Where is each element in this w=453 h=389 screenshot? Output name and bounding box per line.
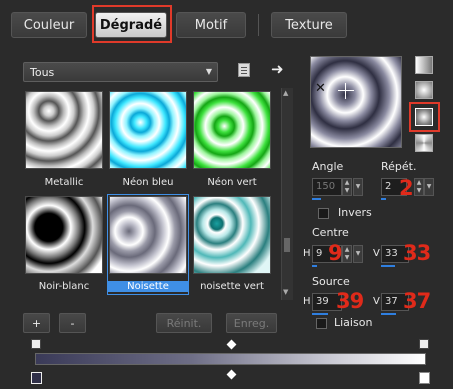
link-label: Liaison — [334, 316, 373, 329]
centre-h-slider-bar[interactable] — [312, 265, 317, 267]
source-v-label: V — [373, 296, 380, 307]
centre-label: Centre — [312, 226, 349, 239]
scroll-down-arrow-icon[interactable]: ▼ — [283, 288, 288, 296]
color-stop-left-icon[interactable] — [31, 372, 42, 384]
rectangular-style-icon[interactable] — [415, 81, 433, 99]
preset-thumb-noisette[interactable] — [109, 196, 187, 274]
repeat-annotation: 2 — [399, 176, 414, 200]
preset-label: Metallic — [44, 177, 84, 188]
category-dropdown-value: Tous — [30, 66, 55, 79]
source-v-annotation: 37 — [403, 289, 431, 313]
sunburst-style-icon[interactable] — [415, 134, 433, 152]
centre-v-annotation: 33 — [403, 241, 431, 265]
save-button[interactable]: Enreg. — [226, 313, 277, 333]
invert-label: Invers — [338, 206, 372, 219]
invert-checkbox[interactable] — [318, 208, 329, 219]
tab-separator — [258, 14, 259, 36]
angle-dropdown[interactable]: ▼ — [353, 178, 363, 196]
centre-crosshair-icon[interactable] — [338, 83, 354, 99]
linear-style-icon[interactable] — [415, 56, 433, 74]
preset-thumb-neon-vert[interactable] — [193, 91, 271, 169]
centre-h-dropdown[interactable]: ▼ — [353, 245, 363, 263]
chevron-down-icon: ▼ — [205, 67, 212, 76]
gradient-bar[interactable] — [35, 353, 426, 365]
tab-motif[interactable]: Motif — [176, 12, 246, 38]
angle-label: Angle — [312, 160, 344, 173]
angle-slider-bar[interactable] — [312, 198, 321, 200]
preset-label: Néon vert — [207, 177, 257, 188]
repeat-slider-bar[interactable] — [381, 198, 386, 200]
source-h-slider-bar[interactable] — [312, 313, 328, 315]
gradient-preview[interactable]: ✕ — [310, 56, 402, 148]
tab-texture[interactable]: Texture — [271, 12, 347, 38]
preset-label-selected: Noisette — [107, 281, 189, 292]
repeat-spinner[interactable]: ▲ ▼ — [414, 178, 424, 196]
preset-label: Néon bleu — [122, 177, 174, 188]
opacity-midpoint-icon[interactable] — [226, 339, 237, 350]
preset-scrollbar[interactable]: ▲ ▼ — [281, 88, 293, 300]
radial-style-icon[interactable] — [415, 108, 433, 126]
preset-thumb-metallic[interactable] — [25, 91, 103, 169]
arrow-right-icon[interactable]: ➜ — [271, 60, 284, 78]
color-midpoint-icon[interactable] — [226, 369, 237, 380]
category-dropdown[interactable]: Tous ▼ — [23, 62, 218, 82]
gradient-preset-grid: Metallic Néon bleu Néon vert Noir-blanc … — [22, 88, 280, 300]
centre-h-label: H — [303, 248, 311, 259]
source-h-annotation: 39 — [336, 289, 364, 313]
tab-couleur[interactable]: Couleur — [11, 12, 87, 38]
opacity-stop-left-icon[interactable] — [31, 339, 41, 349]
reset-button[interactable]: Réinit. — [156, 313, 212, 333]
source-v-slider-bar[interactable] — [381, 313, 396, 315]
tab-highlight-frame — [92, 5, 172, 43]
preset-thumb-neon-bleu[interactable] — [109, 91, 187, 169]
remove-stop-button[interactable]: - — [59, 313, 86, 333]
scroll-thumb[interactable] — [284, 238, 290, 252]
centre-v-slider-bar[interactable] — [381, 265, 395, 267]
opacity-stop-right-icon[interactable] — [419, 339, 429, 349]
repeat-dropdown[interactable]: ▼ — [424, 178, 434, 196]
repeat-label: Répét. — [381, 160, 417, 173]
preset-label: Noir-blanc — [38, 281, 90, 292]
angle-spinner[interactable]: ▲ ▼ — [342, 178, 352, 196]
angle-input[interactable]: 150 — [312, 178, 342, 196]
color-stop-right-icon[interactable] — [419, 372, 430, 384]
document-icon[interactable] — [238, 63, 250, 77]
add-stop-button[interactable]: + — [23, 313, 50, 333]
centre-h-annotation: 9 — [328, 241, 343, 265]
preset-thumb-noir-blanc[interactable] — [25, 196, 103, 274]
preset-label: noisette vert — [200, 281, 264, 292]
scroll-up-arrow-icon[interactable]: ▲ — [283, 89, 288, 97]
source-marker-icon[interactable]: ✕ — [315, 81, 326, 96]
centre-h-spinner[interactable]: ▲ ▼ — [342, 245, 352, 263]
source-label: Source — [312, 275, 350, 288]
link-checkbox[interactable] — [316, 318, 327, 329]
centre-v-label: V — [373, 248, 380, 259]
preset-thumb-noisette-vert[interactable] — [193, 196, 271, 274]
source-h-label: H — [303, 296, 311, 307]
